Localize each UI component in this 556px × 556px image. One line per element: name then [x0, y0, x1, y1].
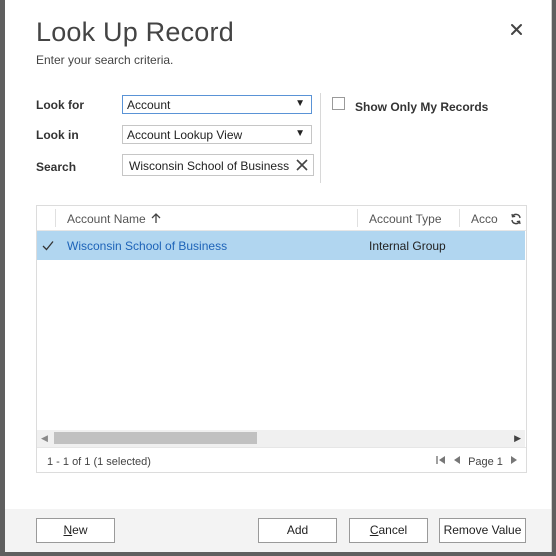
- add-button-label: Add: [286, 523, 309, 537]
- new-button[interactable]: New: [36, 518, 115, 543]
- look-in-value: Account Lookup View: [127, 128, 243, 142]
- column-header-label: Account Name: [67, 212, 146, 226]
- column-header-account-name[interactable]: Account Name: [67, 212, 161, 226]
- look-in-label: Look in: [36, 128, 79, 142]
- column-divider: [459, 209, 460, 227]
- account-type-cell: Internal Group: [369, 239, 446, 253]
- scroll-left-icon[interactable]: ◀: [41, 433, 48, 444]
- next-page-icon[interactable]: [510, 455, 518, 468]
- refresh-icon: [511, 213, 521, 225]
- close-icon: [511, 24, 522, 35]
- dropdown-arrow-icon: ▼: [295, 128, 305, 139]
- search-input[interactable]: Wisconsin School of Business: [122, 154, 314, 176]
- cancel-button[interactable]: Cancel: [349, 518, 428, 543]
- dialog-subtitle: Enter your search criteria.: [36, 53, 174, 67]
- look-in-select[interactable]: Account Lookup View ▼: [122, 125, 312, 144]
- horizontal-scrollbar[interactable]: ◀ ▶: [37, 430, 525, 447]
- scroll-right-icon[interactable]: ▶: [514, 433, 521, 444]
- grid-header: Account Name Account Type Acco: [37, 206, 526, 231]
- page-label: Page 1: [468, 455, 503, 468]
- show-only-my-records-label: Show Only My Records: [355, 100, 489, 114]
- table-row[interactable]: Wisconsin School of Business Internal Gr…: [37, 231, 525, 260]
- divider: [320, 93, 321, 183]
- close-button[interactable]: [509, 22, 525, 38]
- scrollbar-thumb[interactable]: [54, 432, 257, 444]
- refresh-button[interactable]: [510, 212, 522, 230]
- remove-value-button[interactable]: Remove Value: [439, 518, 526, 543]
- sort-ascending-icon: [151, 213, 161, 223]
- checkbox-box[interactable]: [332, 97, 345, 110]
- column-divider: [55, 209, 56, 227]
- search-value: Wisconsin School of Business: [129, 159, 290, 173]
- clear-icon: [296, 159, 308, 171]
- search-label: Search: [36, 160, 77, 174]
- new-button-label: ew: [72, 523, 88, 537]
- lookup-dialog: Look Up Record Enter your search criteri…: [5, 0, 552, 552]
- results-grid: Account Name Account Type Acco Wisconsin…: [36, 205, 527, 473]
- dialog-title: Look Up Record: [36, 17, 234, 47]
- pager: Page 1: [436, 455, 518, 468]
- previous-page-icon[interactable]: [453, 455, 461, 468]
- account-name-link[interactable]: Wisconsin School of Business: [67, 239, 227, 253]
- row-select-checkbox[interactable]: [42, 238, 54, 256]
- remove-value-button-label: Remove Value: [443, 523, 522, 537]
- column-divider: [357, 209, 358, 227]
- checkmark-icon: [42, 241, 54, 251]
- add-button[interactable]: Add: [258, 518, 337, 543]
- look-for-label: Look for: [36, 98, 84, 112]
- look-for-value: Account: [127, 98, 171, 112]
- cancel-button-label: ancel: [378, 523, 408, 537]
- look-for-select[interactable]: Account ▼: [122, 95, 312, 114]
- new-mnemonic: N: [63, 523, 73, 537]
- column-header-acco[interactable]: Acco: [471, 212, 498, 226]
- dropdown-arrow-icon: ▼: [295, 98, 305, 109]
- clear-search-button[interactable]: [295, 158, 309, 175]
- first-page-icon[interactable]: [436, 455, 446, 468]
- record-count-status: 1 - 1 of 1 (1 selected): [47, 456, 151, 468]
- column-header-account-type[interactable]: Account Type: [369, 212, 442, 226]
- grid-footer: 1 - 1 of 1 (1 selected) Page 1: [37, 447, 526, 473]
